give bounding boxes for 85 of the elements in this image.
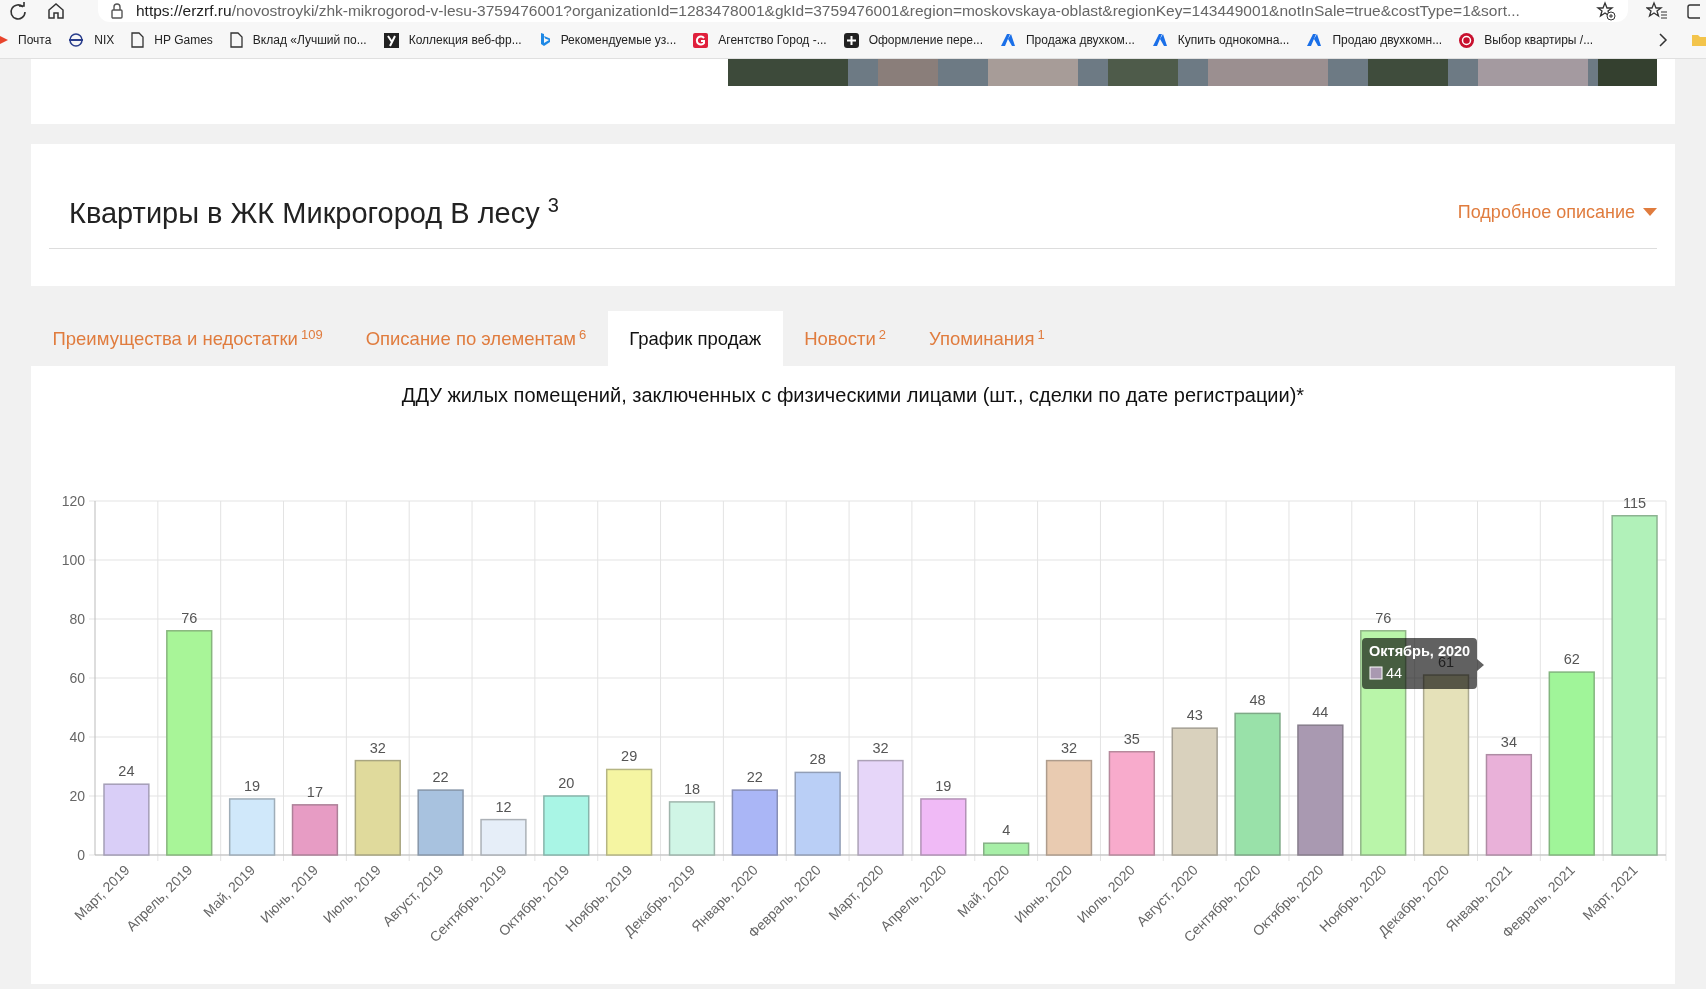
bookmark-label: Почта (18, 33, 52, 47)
value-label: 4 (1002, 822, 1011, 839)
a-logo-icon (1000, 33, 1016, 47)
tab[interactable]: График продаж (607, 311, 783, 366)
chevron-right-icon[interactable] (1658, 33, 1668, 47)
bookmark-label: HP Games (154, 33, 213, 47)
globe-icon (68, 33, 85, 47)
value-label: 35 (1123, 730, 1140, 747)
y-tick-label: 20 (69, 788, 85, 804)
bookmark[interactable]: Агентство Город -... (685, 32, 836, 48)
bookmark-label: Коллекция веб-фр... (408, 33, 522, 47)
bookmark[interactable]: Продажа двухком... (992, 33, 1144, 47)
y-tick-label: 0 (77, 847, 85, 863)
reload-icon[interactable] (8, 1, 28, 21)
g-logo-icon (693, 32, 709, 48)
value-label: 24 (118, 763, 135, 780)
bookmark-label: NIX (94, 33, 115, 47)
value-label: 29 (621, 748, 638, 765)
bookmark[interactable]: Купить однокомна... (1143, 33, 1299, 47)
bookmark-label: Выбор квартиры /... (1484, 33, 1594, 47)
value-label: 22 (746, 769, 763, 786)
page-icon (131, 32, 145, 48)
b-logo-icon (538, 32, 551, 48)
a-logo-icon (1306, 33, 1323, 47)
chart-title: ДДУ жилых помещений, заключенных с физическими лицами (шт., сделки по дате регистрации)* (400, 384, 1306, 407)
bookmark-label: Вклад «Лучший по... (252, 33, 367, 47)
value-label: 20 (558, 775, 575, 791)
bookmark-label: Оформление пере... (868, 33, 983, 47)
value-label: 28 (809, 751, 826, 768)
bookmark[interactable]: HP Games (123, 32, 222, 48)
plus-tile-icon (843, 32, 859, 48)
bar[interactable] (1108, 751, 1156, 856)
folder-icon[interactable] (1692, 33, 1706, 47)
y-tick-label: 80 (69, 611, 85, 627)
value-label: 43 (1186, 707, 1203, 724)
page-title: Квартиры в ЖК Микрогород В лесу $^{3}$ (69, 194, 559, 230)
a-logo-icon (1151, 33, 1168, 47)
home-icon[interactable] (46, 1, 66, 21)
value-label: 76 (181, 609, 198, 626)
address-bar[interactable]: https://erzrf.ru/novostroyki/zhk-mikrogorod-v-lesu-3759476001?organizationId=1283478001&gkId=3759476001&region=moskovskaya-oblast&regionKey=143449001&notInSale=true&costType=1&sort... (98, 0, 1628, 22)
bookmark-label: Купить однокомна... (1177, 33, 1290, 47)
value-label: 48 (1249, 692, 1266, 709)
bookmark-label: Продажа двухком... (1026, 33, 1135, 47)
add-favorite-icon[interactable] (1596, 1, 1616, 21)
y-tick-label: 120 (61, 493, 85, 509)
value-label: 34 (1500, 733, 1517, 750)
value-label: 18 (683, 780, 701, 797)
bar[interactable] (1485, 753, 1533, 856)
letter-tile-icon (383, 32, 399, 48)
bookmark[interactable]: Выбор квартиры /... (1451, 32, 1603, 48)
bookmark-label: Агентство Город -... (718, 33, 827, 47)
y-tick-label: 40 (69, 729, 85, 745)
bookmark-label: Рекомендуемые уз... (560, 33, 677, 47)
value-label: 44 (1312, 704, 1329, 721)
favorites-icon[interactable] (1646, 1, 1668, 21)
bookmark-label: Продаю двухкомн... (1332, 33, 1443, 47)
value-label: 19 (935, 777, 952, 794)
value-label: 32 (369, 739, 386, 756)
lock-icon (110, 3, 124, 19)
y-tick-label: 60 (69, 670, 85, 686)
circle-logo-icon (1459, 32, 1475, 48)
value-label: 22 (432, 769, 449, 786)
value-label: 76 (1375, 609, 1392, 626)
value-label: 32 (1060, 739, 1078, 756)
bookmark[interactable]: Почта (0, 33, 61, 47)
value-label: 115 (1623, 494, 1647, 511)
bookmark[interactable]: Коллекция веб-фр... (375, 32, 531, 48)
value-label: 62 (1563, 651, 1580, 668)
caret-icon (1643, 208, 1657, 216)
bookmark[interactable]: Оформление пере... (835, 32, 992, 48)
value-label: 19 (244, 777, 261, 794)
value-label: 32 (872, 739, 889, 756)
page-icon (229, 32, 243, 48)
value-label: 12 (495, 798, 512, 815)
y-tick-label: 100 (61, 552, 85, 568)
value-label: 17 (306, 783, 323, 800)
bookmark[interactable]: NIX (60, 33, 124, 47)
bookmark[interactable]: Продаю двухкомн... (1298, 33, 1452, 47)
bookmark[interactable]: Вклад «Лучший по... (221, 32, 376, 48)
url-text: https://erzrf.ru/novostroyki/zhk-mikrogorod-v-lesu-3759476001?organizationId=1283478001&gkId=3759476001&region=moskovskaya-oblast&regionKey=143449001&notInSale=true&costType=1&sort... (136, 2, 1521, 20)
bar[interactable] (1422, 674, 1470, 856)
mail-icon (0, 33, 8, 47)
bookmark[interactable]: Рекомендуемые уз... (530, 32, 686, 48)
collections-icon[interactable] (1686, 1, 1700, 21)
bar[interactable] (291, 804, 339, 856)
